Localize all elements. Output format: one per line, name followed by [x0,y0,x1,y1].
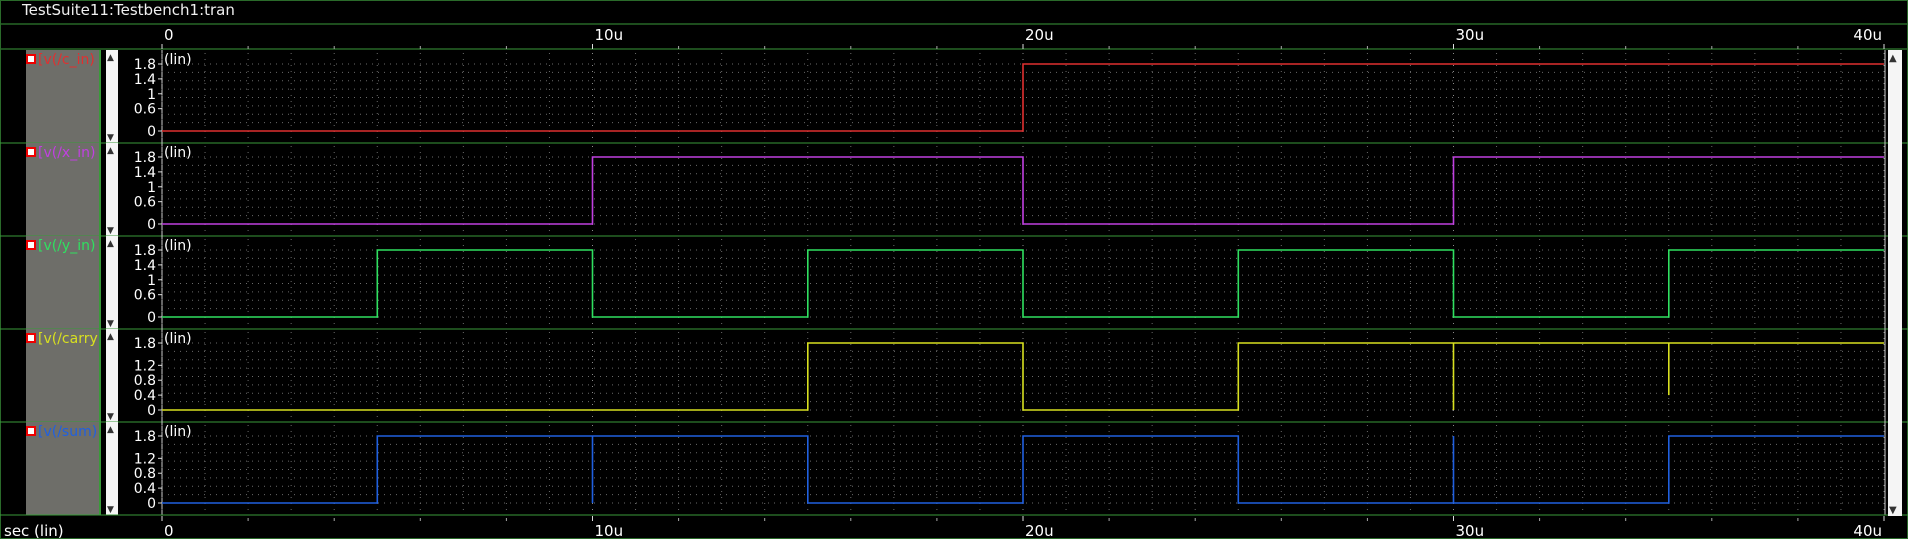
y-axis-tick-label: 1.8 [134,57,156,73]
bottom-axis-tick-label: 30u [1456,522,1485,539]
y-axis-tick-label: 1 [147,273,156,289]
scale-label: (lin) [164,145,192,161]
waveform-window: TestSuite11:Testbench1:tran 0 10u 20u 30u 40… [0,0,1908,539]
y-axis-tick-label: 1.4 [134,165,156,181]
waveform-plot: 0 10u 20u 30u 40u▲▼[v(/c_in) 1.81.410.60(lin)… [0,0,1908,539]
top-axis-tick-label: 0 [164,26,174,44]
signal-select-checkbox[interactable] [26,426,36,436]
strip-scrollbar[interactable] [106,422,118,515]
top-axis-tick-label: 20u [1025,26,1054,44]
scroll-up-icon: ▲ [107,332,114,342]
scroll-up-icon: ▲ [107,425,114,435]
scale-label: (lin) [164,52,192,68]
y-axis-tick-label: 0 [147,124,156,140]
scroll-down-icon: ▼ [107,412,114,422]
y-axis-tick-label: 1.4 [134,258,156,274]
y-axis-tick-label: 1.8 [134,336,156,352]
scale-label: (lin) [164,424,192,440]
y-axis-tick-label: 0.6 [134,102,156,118]
bottom-axis-tick-label: 20u [1025,522,1054,539]
y-axis-tick-label: 1.2 [134,451,156,467]
top-axis-tick-label: 10u [595,26,624,44]
strip-scrollbar[interactable] [106,143,118,236]
bottom-axis-tick-label: 10u [595,522,624,539]
signal-select-checkbox[interactable] [26,240,36,250]
signal-select-checkbox[interactable] [26,333,36,343]
y-axis-tick-label: 0 [147,403,156,419]
bottom-axis-tick-label: 40u [1853,522,1882,539]
scroll-down-icon: ▼ [107,226,114,236]
y-axis-tick-label: 1.8 [134,243,156,259]
scroll-down-icon: ▼ [1889,505,1897,516]
y-axis-tick-label: 1.8 [134,429,156,445]
signal-name: [v(/carry [38,331,98,347]
y-axis-tick-label: 0.6 [134,288,156,304]
scroll-down-icon: ▼ [107,505,114,515]
strip-scrollbar[interactable] [106,329,118,422]
top-axis-tick-label: 30u [1456,26,1485,44]
y-axis-tick-label: 0 [147,310,156,326]
scroll-up-icon: ▲ [107,53,114,63]
y-axis-tick-label: 0 [147,496,156,512]
scroll-up-icon: ▲ [107,239,114,249]
signal-select-checkbox[interactable] [26,54,36,64]
signal-name: [v(/c_in) [38,52,95,68]
bottom-axis-tick-label: 0 [164,522,174,539]
scroll-up-icon: ▲ [1889,53,1897,64]
scale-label: (lin) [164,331,192,347]
scale-label: (lin) [164,238,192,254]
scroll-down-icon: ▼ [107,133,114,143]
signal-name: [v(/y_in) [38,238,95,254]
y-axis-tick-label: 0 [147,217,156,233]
y-axis-tick-label: 1 [147,87,156,103]
x-axis-label: sec (lin) [4,522,64,539]
y-axis-tick-label: 0.6 [134,195,156,211]
y-axis-tick-label: 0.4 [134,481,156,497]
y-axis-tick-label: 1.2 [134,358,156,374]
signal-select-checkbox[interactable] [26,147,36,157]
y-axis-tick-label: 1.4 [134,72,156,88]
y-axis-tick-label: 0.8 [134,373,156,389]
top-axis-tick-label: 40u [1853,26,1882,44]
y-axis-tick-label: 1 [147,180,156,196]
y-axis-tick-label: 1.8 [134,150,156,166]
scroll-up-icon: ▲ [107,146,114,156]
vertical-scrollbar[interactable] [1888,50,1902,516]
strip-scrollbar[interactable] [106,236,118,329]
y-axis-tick-label: 0.4 [134,388,156,404]
scroll-down-icon: ▼ [107,319,114,329]
y-axis-tick-label: 0.8 [134,466,156,482]
strip-scrollbar[interactable] [106,50,118,143]
signal-name: [v(/x_in) [38,145,95,161]
signal-name: [v(/sum) [38,424,97,440]
